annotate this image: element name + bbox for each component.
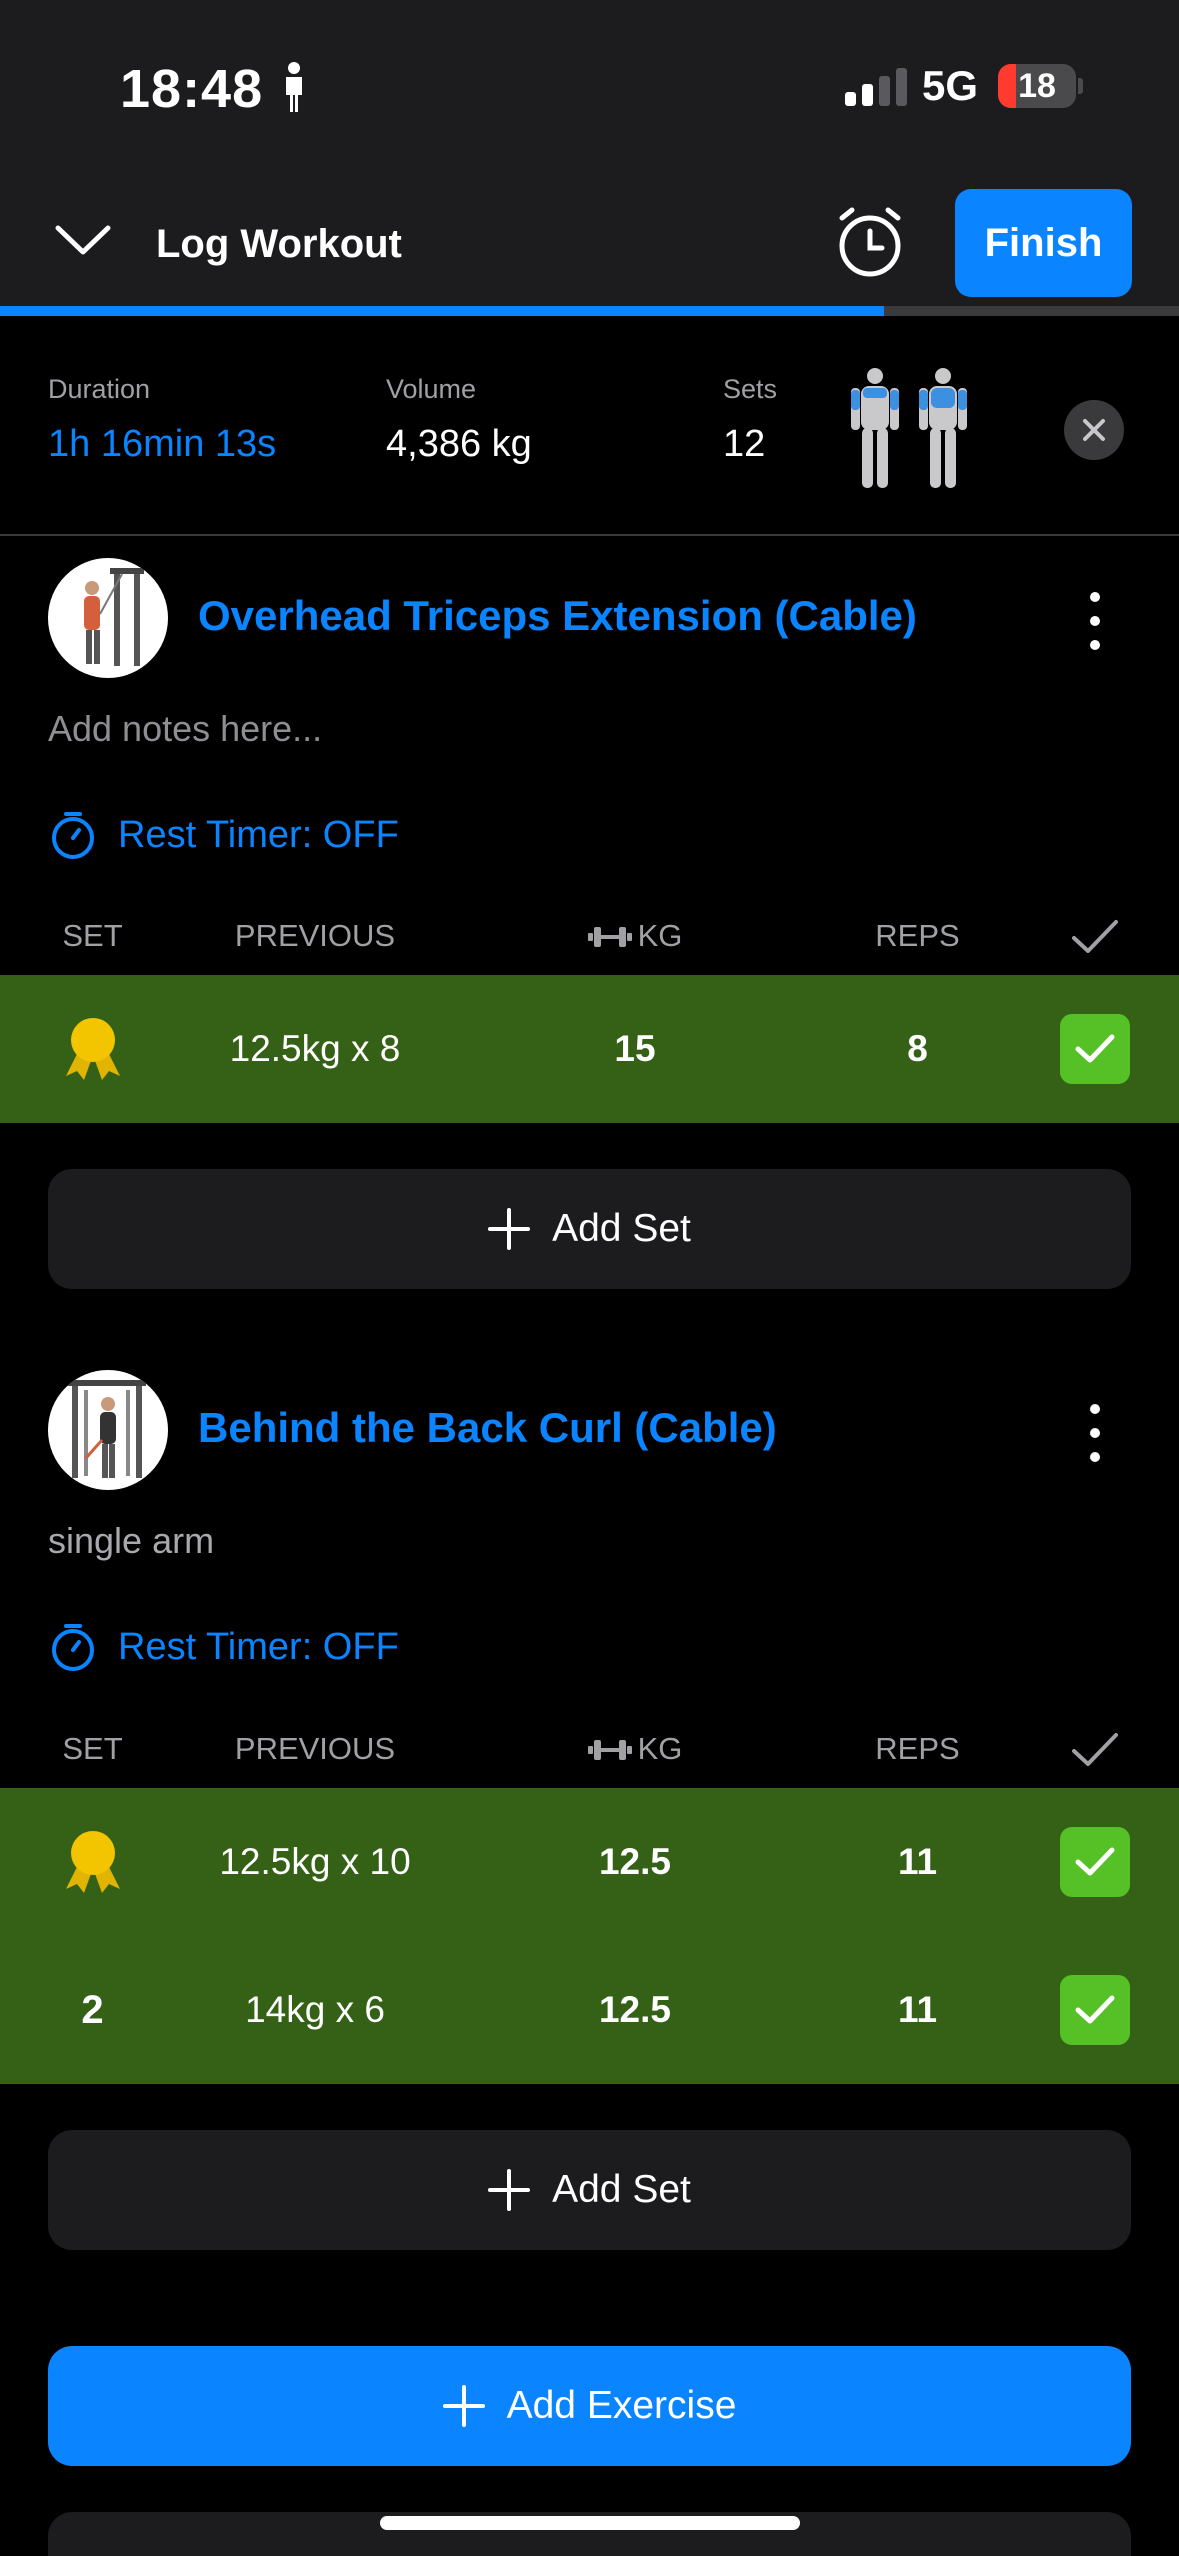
rest-timer-label: Rest Timer: OFF bbox=[118, 813, 399, 856]
previous-value[interactable]: 12.5kg x 10 bbox=[180, 1788, 450, 1936]
add-set-button[interactable]: Add Set bbox=[48, 2130, 1131, 2250]
add-exercise-button[interactable]: Add Exercise bbox=[48, 2346, 1131, 2466]
stopwatch-icon bbox=[52, 1624, 94, 1671]
weight-input[interactable]: 15 bbox=[545, 975, 725, 1123]
set-row: 12.5kg x 10 12.5 11 bbox=[0, 1788, 1179, 1936]
workout-progress-bar bbox=[0, 306, 1179, 316]
close-icon bbox=[1083, 419, 1105, 441]
cable-curl-image bbox=[68, 1380, 146, 1478]
exercise-thumbnail[interactable] bbox=[48, 558, 168, 678]
volume-stat: Volume 4,386 kg bbox=[386, 374, 532, 466]
column-check bbox=[1060, 1731, 1130, 1777]
column-previous: PREVIOUS bbox=[234, 1731, 396, 1766]
reps-input[interactable]: 11 bbox=[810, 1788, 1025, 1936]
network-type: 5G bbox=[922, 62, 979, 109]
checkmark-icon bbox=[1075, 1847, 1115, 1876]
set-table-header: SET PREVIOUS KG REPS bbox=[0, 1717, 1179, 1777]
home-indicator[interactable] bbox=[380, 2516, 800, 2530]
column-reps: REPS bbox=[875, 1731, 960, 1766]
add-set-label: Add Set bbox=[552, 2168, 691, 2211]
close-button[interactable] bbox=[1064, 400, 1124, 460]
set-row: 2 14kg x 6 12.5 11 bbox=[0, 1936, 1179, 2084]
set-number[interactable] bbox=[30, 1788, 155, 1936]
add-set-label: Add Set bbox=[552, 1207, 691, 1250]
duration-label: Duration bbox=[48, 374, 151, 404]
personal-record-medal-icon bbox=[65, 1831, 120, 1893]
page-title: Log Workout bbox=[156, 222, 402, 266]
cable-machine-image bbox=[84, 568, 144, 666]
plus-icon bbox=[488, 1208, 531, 1250]
workout-header: Log Workout Finish bbox=[0, 170, 1179, 310]
status-bar: 18:48 5G 18 bbox=[0, 0, 1179, 170]
battery-level: 18 bbox=[1018, 67, 1056, 105]
battery-icon: 18 bbox=[998, 64, 1076, 108]
workout-summary: Duration 1h 16min 13s Volume 4,386 kg Se… bbox=[0, 316, 1179, 536]
add-exercise-label: Add Exercise bbox=[506, 2384, 737, 2427]
volume-label: Volume bbox=[386, 374, 477, 404]
stopwatch-icon bbox=[52, 812, 94, 859]
plus-icon bbox=[488, 2169, 531, 2211]
rest-timer[interactable]: Rest Timer: OFF bbox=[48, 1622, 399, 1672]
reps-input[interactable]: 8 bbox=[810, 975, 1025, 1123]
finish-button[interactable]: Finish bbox=[955, 189, 1132, 297]
previous-value[interactable]: 12.5kg x 8 bbox=[180, 975, 450, 1123]
sets-label: Sets bbox=[723, 374, 778, 404]
previous-value[interactable]: 14kg x 6 bbox=[180, 1936, 450, 2084]
set-table-header: SET PREVIOUS KG REPS bbox=[0, 904, 1179, 964]
checkmark-icon bbox=[1075, 1995, 1115, 2024]
personal-record-medal-icon bbox=[65, 1018, 120, 1080]
more-options-icon[interactable] bbox=[1080, 1404, 1110, 1476]
activity-person-icon bbox=[286, 62, 302, 112]
dumbbell-icon bbox=[587, 1740, 632, 1760]
sets-stat: Sets 12 bbox=[723, 374, 777, 466]
weight-input[interactable]: 12.5 bbox=[545, 1788, 725, 1936]
exercise-name[interactable]: Behind the Back Curl (Cable) bbox=[198, 1404, 777, 1452]
set-row: 12.5kg x 8 15 8 bbox=[0, 975, 1179, 1123]
column-set: SET bbox=[62, 918, 123, 953]
checkmark-icon bbox=[1075, 1034, 1115, 1063]
exercise-name[interactable]: Overhead Triceps Extension (Cable) bbox=[198, 592, 917, 640]
set-number[interactable] bbox=[30, 975, 155, 1123]
column-kg: KG bbox=[545, 918, 725, 954]
muscle-map-icon bbox=[851, 368, 967, 488]
column-reps: REPS bbox=[875, 918, 960, 953]
exercise-thumbnail[interactable] bbox=[48, 1370, 168, 1490]
set-complete-checkbox[interactable] bbox=[1060, 975, 1130, 1123]
checkmark-icon bbox=[1072, 920, 1118, 953]
rest-timer[interactable]: Rest Timer: OFF bbox=[48, 810, 399, 860]
sets-value: 12 bbox=[723, 423, 766, 465]
set-number[interactable]: 2 bbox=[30, 1936, 155, 2084]
cellular-signal-icon bbox=[845, 66, 907, 106]
duration-value: 1h 16min 13s bbox=[48, 423, 277, 465]
duration-stat: Duration 1h 16min 13s bbox=[48, 374, 276, 466]
column-previous: PREVIOUS bbox=[234, 918, 396, 953]
column-kg: KG bbox=[545, 1731, 725, 1767]
exercise-notes[interactable]: single arm bbox=[48, 1520, 214, 1562]
weight-input[interactable]: 12.5 bbox=[545, 1936, 725, 2084]
reps-input[interactable]: 11 bbox=[810, 1936, 1025, 2084]
dumbbell-icon bbox=[587, 927, 632, 947]
checkmark-icon bbox=[1072, 1733, 1118, 1766]
column-kg-label: KG bbox=[637, 1731, 683, 1766]
plus-icon bbox=[442, 2385, 485, 2427]
set-complete-checkbox[interactable] bbox=[1060, 1788, 1130, 1936]
alarm-clock-icon[interactable] bbox=[832, 204, 908, 280]
exercise-notes[interactable]: Add notes here... bbox=[48, 708, 322, 750]
set-complete-checkbox[interactable] bbox=[1060, 1936, 1130, 2084]
column-check bbox=[1060, 918, 1130, 964]
chevron-down-icon[interactable] bbox=[54, 222, 112, 258]
more-options-icon[interactable] bbox=[1080, 592, 1110, 664]
status-time: 18:48 bbox=[120, 59, 264, 119]
volume-value: 4,386 kg bbox=[386, 423, 532, 465]
rest-timer-label: Rest Timer: OFF bbox=[118, 1625, 399, 1668]
column-set: SET bbox=[62, 1731, 123, 1766]
add-set-button[interactable]: Add Set bbox=[48, 1169, 1131, 1289]
column-kg-label: KG bbox=[637, 918, 683, 953]
